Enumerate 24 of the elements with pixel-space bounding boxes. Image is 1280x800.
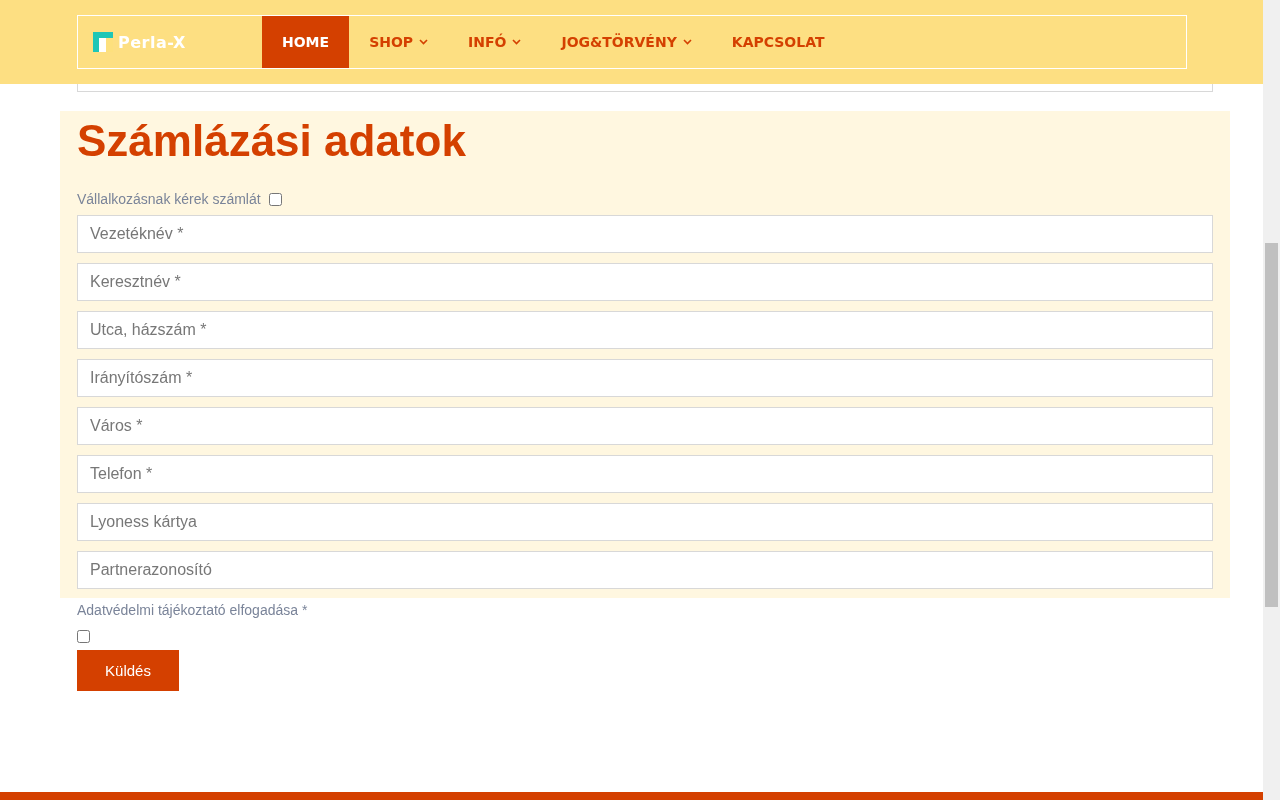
nav-tab[interactable]: INFÓ	[448, 16, 542, 68]
company-invoice-checkbox[interactable]	[268, 192, 282, 206]
logo-icon	[93, 32, 113, 52]
privacy-checkbox[interactable]	[77, 630, 90, 643]
scroll-thumb[interactable]	[1265, 243, 1278, 607]
nav-tab[interactable]: SHOP	[349, 16, 449, 68]
checkbox-label: Adatvédelmi tájékoztató elfogadása *	[77, 602, 308, 618]
input-field[interactable]: Vezetéknév *	[77, 215, 1213, 253]
input-field[interactable]: Lyoness kártya	[77, 503, 1213, 541]
nav-tab[interactable]: HOME	[262, 16, 350, 68]
input-field[interactable]	[77, 84, 1213, 92]
input-field[interactable]: Partnerazonosító	[77, 551, 1213, 589]
input-field[interactable]: Telefon *	[77, 455, 1213, 493]
input-field[interactable]: Utca, házszám *	[77, 311, 1213, 349]
input-field[interactable]: Keresztnév *	[77, 263, 1213, 301]
input-field[interactable]: Város *	[77, 407, 1213, 445]
send-button[interactable]: Küldés	[77, 650, 179, 691]
nav-tab[interactable]: KAPCSOLAT	[711, 16, 845, 68]
logo-text: Perla-X	[118, 32, 186, 52]
scrollbar[interactable]	[1263, 0, 1280, 800]
input-field[interactable]: Irányítószám *	[77, 359, 1213, 397]
checkbox-label: Vállalkozásnak kérek számlát	[77, 191, 261, 207]
section-title: Számlázási adatok	[77, 115, 467, 167]
nav-tab[interactable]: JOG&TÖRVÉNY	[541, 16, 712, 68]
